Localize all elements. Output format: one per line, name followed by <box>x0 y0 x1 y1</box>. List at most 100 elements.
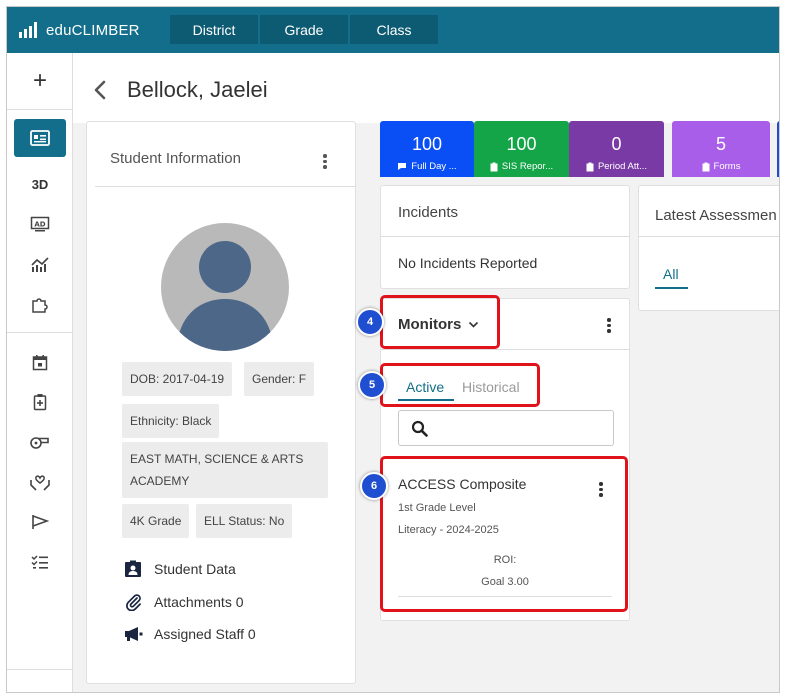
assigned-staff-label: Assigned Staff 0 <box>154 626 256 642</box>
monitor-item-title: ACCESS Composite <box>398 476 527 492</box>
step-badge-6: 6 <box>360 472 388 500</box>
step-badge-4: 4 <box>356 308 384 336</box>
back-chevron-icon[interactable] <box>94 80 106 100</box>
tile-sis-report[interactable]: 100 SIS Repor... <box>474 121 569 177</box>
sidebar-item-student-profile[interactable] <box>7 119 73 157</box>
divider <box>398 596 612 597</box>
tile-label: Forms <box>713 161 741 172</box>
tile-forms[interactable]: 5 Forms <box>672 121 770 177</box>
logo-bars-icon <box>19 22 37 38</box>
monitors-title: Monitors <box>398 316 462 333</box>
sidebar-item-3d[interactable]: 3D <box>7 166 73 202</box>
app-logo[interactable]: eduCLIMBER <box>19 7 140 53</box>
latest-assessments-card: Latest Assessmen All <box>638 185 779 311</box>
clipboard-icon <box>33 394 47 411</box>
step-badge-5: 5 <box>358 371 386 399</box>
attachments-link[interactable]: Attachments 0 <box>123 593 244 611</box>
sidebar-item-puzzle[interactable] <box>7 286 73 322</box>
sidebar-item-hands-heart[interactable] <box>7 464 73 500</box>
add-button[interactable]: + <box>7 63 73 99</box>
sidebar-item-calendar[interactable] <box>7 344 73 380</box>
tile-full-day-attendance[interactable]: 100 Full Day ... <box>380 121 474 177</box>
incidents-card: Incidents No Incidents Reported <box>380 185 630 289</box>
no-incidents-text: No Incidents Reported <box>398 255 538 271</box>
nav-tab-class[interactable]: Class <box>350 15 438 44</box>
attachments-label: Attachments 0 <box>154 594 244 610</box>
student-data-link[interactable]: Student Data <box>123 560 236 578</box>
tile-label: Period Att... <box>597 161 648 172</box>
tile-label: Full Day ... <box>411 161 457 172</box>
app-window: eduCLIMBER District Grade Class + 3D AD <box>6 6 780 693</box>
ethnicity-chip: Ethnicity: Black <box>122 404 220 438</box>
tile-value: 100 <box>411 134 443 154</box>
sidebar-item-clipboard[interactable] <box>7 384 73 420</box>
sidebar: + 3D AD <box>7 53 73 692</box>
monitors-dropdown[interactable]: Monitors <box>398 316 479 333</box>
search-input[interactable] <box>435 417 605 439</box>
puzzle-icon <box>32 298 48 313</box>
student-information-title: Student Information <box>110 150 241 167</box>
sidebar-divider <box>7 332 73 333</box>
sidebar-item-flag[interactable] <box>7 504 73 540</box>
user-silhouette-icon <box>177 241 273 351</box>
tile-value: 0 <box>611 134 622 154</box>
sidebar-item-analytics[interactable] <box>7 246 73 282</box>
tab-historical[interactable]: Historical <box>462 379 520 395</box>
clipboard-icon <box>586 162 594 171</box>
chevron-down-icon <box>469 321 479 328</box>
tab-active[interactable]: Active <box>406 379 444 395</box>
school-name-line2: ACADEMY <box>130 474 190 488</box>
svg-text:AD: AD <box>34 221 45 229</box>
page-title: Bellock, Jaelei <box>127 77 268 102</box>
hands-heart-icon <box>30 475 50 491</box>
student-info-menu-icon[interactable] <box>323 154 327 169</box>
monitors-card: Monitors Active Historical ACCESS Compos… <box>380 298 630 621</box>
tile-label: SIS Repor... <box>501 161 554 172</box>
sidebar-divider <box>7 109 73 110</box>
student-information-card: Student Information DOB: 2017-04-19 Gend… <box>86 121 356 684</box>
whistle-icon <box>30 437 49 449</box>
monitors-menu-icon[interactable] <box>607 318 611 333</box>
sidebar-divider <box>7 669 73 670</box>
3d-icon: 3D <box>31 176 49 192</box>
tile-period-attendance[interactable]: 0 Period Att... <box>569 121 664 177</box>
sidebar-item-whistle[interactable] <box>7 424 73 460</box>
monitor-search <box>398 410 614 446</box>
id-card-icon <box>30 130 50 146</box>
tab-all-underline <box>655 287 688 289</box>
plus-icon: + <box>32 67 47 94</box>
tab-active-underline <box>398 399 454 401</box>
chat-icon <box>398 163 407 170</box>
flag-icon <box>32 515 49 529</box>
nav-tabs: District Grade Class <box>170 15 438 44</box>
divider <box>381 349 629 350</box>
checklist-icon <box>31 555 48 569</box>
tile-overflow[interactable] <box>777 121 779 177</box>
megaphone-icon <box>125 627 143 641</box>
search-icon <box>411 420 428 437</box>
tile-value: 5 <box>715 134 726 154</box>
gender-chip: Gender: F <box>244 362 315 396</box>
nav-tab-grade[interactable]: Grade <box>260 15 348 44</box>
grade-chip: 4K Grade <box>122 504 190 538</box>
dob-chip: DOB: 2017-04-19 <box>122 362 233 396</box>
divider <box>95 186 355 187</box>
calendar-icon <box>32 354 48 370</box>
tile-value: 100 <box>506 134 537 154</box>
avatar <box>161 223 289 351</box>
paperclip-icon <box>126 594 141 611</box>
nav-tab-district[interactable]: District <box>170 15 258 44</box>
ad-screen-icon: AD <box>30 216 50 232</box>
clipboard-icon <box>490 162 498 171</box>
assigned-staff-link[interactable]: Assigned Staff 0 <box>123 626 256 642</box>
monitor-item-menu-icon[interactable] <box>599 482 603 497</box>
tab-all[interactable]: All <box>663 266 679 282</box>
monitor-goal: Goal 3.00 <box>481 576 529 588</box>
sidebar-item-ad[interactable]: AD <box>7 206 73 242</box>
school-chip: EAST MATH, SCIENCE & ARTS ACADEMY <box>122 442 328 498</box>
monitor-grade-level: 1st Grade Level <box>398 502 476 514</box>
top-bar: eduCLIMBER District Grade Class <box>7 7 779 53</box>
sidebar-item-checklist[interactable] <box>7 544 73 580</box>
student-data-label: Student Data <box>154 561 236 577</box>
incidents-title: Incidents <box>398 204 459 221</box>
